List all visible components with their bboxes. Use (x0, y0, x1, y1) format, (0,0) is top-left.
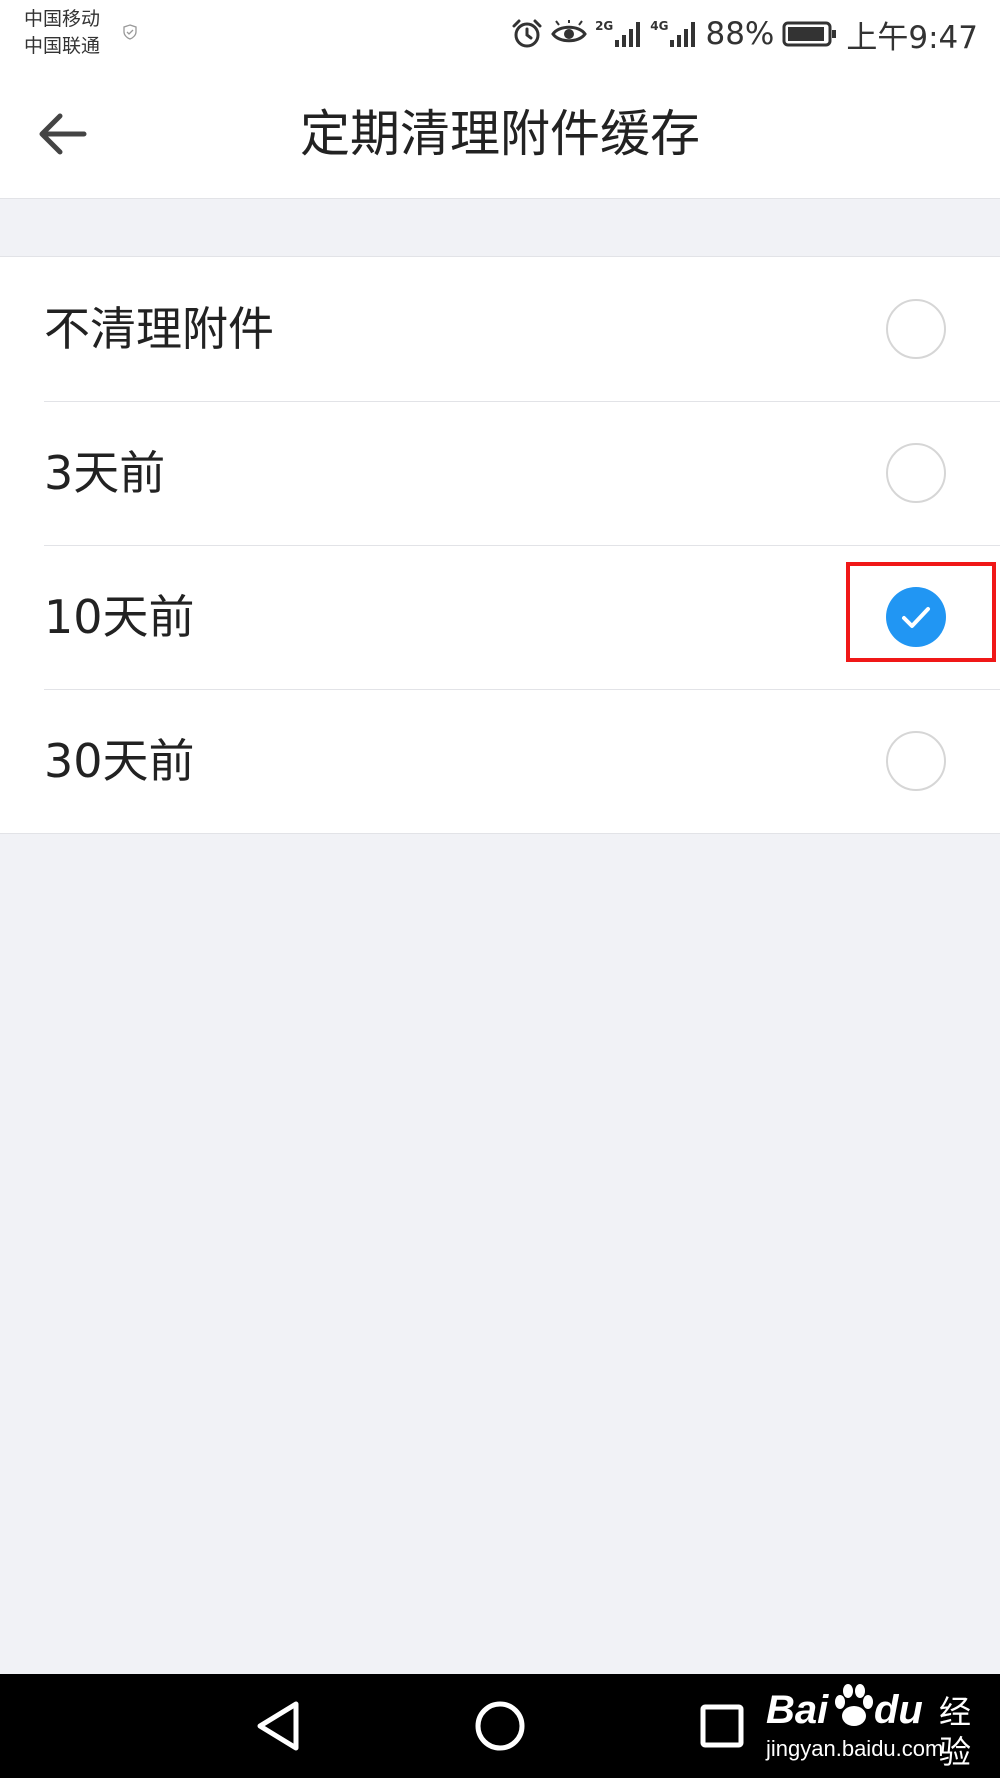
option-label: 3天前 (44, 446, 166, 500)
cleanup-options-list: 不清理附件 3天前 10天前 30天前 (0, 256, 1000, 834)
circle-home-icon (475, 1701, 525, 1751)
arrow-left-icon (39, 113, 87, 155)
highlight-annotation-box (846, 562, 996, 662)
paw-icon (835, 1684, 873, 1726)
radio-unchecked[interactable] (886, 299, 946, 359)
signal-icon (615, 22, 641, 47)
clock: 上午9:47 (846, 19, 978, 56)
baidu-watermark: Bai du 经验 jingyan.baidu.com (764, 1682, 1000, 1772)
alarm-icon (512, 19, 542, 48)
network-2: 4G (650, 20, 697, 48)
square-recent-icon (700, 1704, 744, 1748)
back-button[interactable] (28, 100, 96, 168)
network-1: 2G (595, 20, 642, 48)
nav-home-button[interactable] (458, 1674, 542, 1778)
network-type-1: 2G (595, 19, 614, 33)
watermark-du: du (874, 1688, 923, 1732)
page-title: 定期清理附件缓存 (300, 105, 700, 163)
hd-badge-icon (123, 24, 137, 40)
option-label: 30天前 (44, 734, 195, 788)
nav-back-button[interactable] (236, 1674, 320, 1778)
app-header: 定期清理附件缓存 (0, 70, 1000, 199)
option-3-days[interactable]: 3天前 (0, 401, 1000, 545)
carrier-2: 中国联通 (24, 35, 101, 57)
option-30-days[interactable]: 30天前 (0, 689, 1000, 833)
watermark-bai: Bai (766, 1688, 829, 1732)
status-icons: 2G 4G 88% 上午9:47 (511, 12, 978, 56)
carrier-1: 中国移动 (24, 8, 101, 30)
option-label: 不清理附件 (44, 302, 274, 356)
watermark-url: jingyan.baidu.com (766, 1736, 944, 1761)
watermark-jingyan: 经验 (939, 1693, 972, 1771)
battery-percent: 88% (705, 16, 775, 52)
carrier-info: 中国移动 中国联通 (24, 6, 100, 60)
radio-unchecked[interactable] (886, 731, 946, 791)
triangle-back-icon (257, 1701, 299, 1751)
battery-icon (782, 21, 837, 47)
option-label: 10天前 (44, 590, 195, 644)
eye-icon (551, 20, 587, 43)
option-no-cleanup[interactable]: 不清理附件 (0, 257, 1000, 401)
signal-icon (670, 22, 696, 47)
navigation-bar: Bai du 经验 jingyan.baidu.com (0, 1674, 1000, 1778)
status-bar: 中国移动 中国联通 2G 4G 88% 上午9:47 (0, 0, 1000, 70)
nav-recent-button[interactable] (680, 1674, 764, 1778)
network-type-2: 4G (650, 19, 669, 33)
radio-unchecked[interactable] (886, 443, 946, 503)
